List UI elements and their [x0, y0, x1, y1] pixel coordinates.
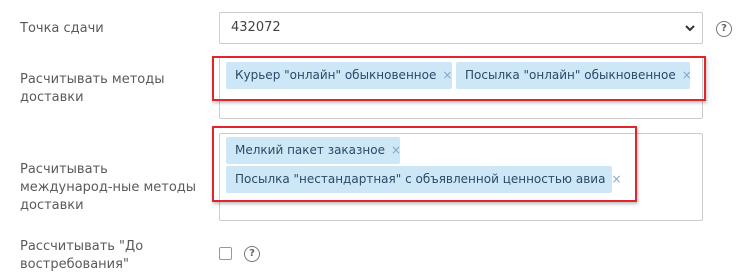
tag-label: Мелкий пакет заказное: [235, 143, 385, 157]
close-icon[interactable]: ×: [682, 68, 692, 82]
close-icon[interactable]: ×: [391, 143, 401, 157]
point-select-value: 432072: [231, 20, 281, 35]
tag-label: Посылка "нестандартная" с объявленной це…: [235, 172, 606, 186]
intl-methods-tag: Мелкий пакет заказное ×: [226, 137, 401, 164]
intl-methods-label: Расчитывать международ-ные методы достав…: [20, 162, 197, 213]
methods-tag: Курьер "онлайн" обыкновенное ×: [226, 62, 452, 89]
close-icon[interactable]: ×: [442, 68, 452, 82]
help-circle-icon[interactable]: ?: [244, 246, 260, 262]
point-select[interactable]: 432072: [219, 12, 703, 44]
help-circle-icon[interactable]: ?: [716, 21, 732, 37]
poste-restante-checkbox[interactable]: [219, 247, 232, 260]
tag-label: Курьер "онлайн" обыкновенное: [235, 68, 437, 82]
chevron-down-icon: [685, 25, 695, 32]
tag-label: Посылка "онлайн" обыкновенное: [465, 68, 676, 82]
close-icon[interactable]: ×: [611, 172, 621, 186]
intl-methods-tag: Посылка "нестандартная" с объявленной це…: [226, 166, 622, 193]
methods-tag: Посылка "онлайн" обыкновенное ×: [456, 62, 692, 89]
point-label: Точка сдачи: [20, 21, 104, 36]
methods-label: Расчитывать методы доставки: [20, 72, 165, 105]
poste-restante-label: Рассчитывать "До востребования": [20, 239, 144, 272]
